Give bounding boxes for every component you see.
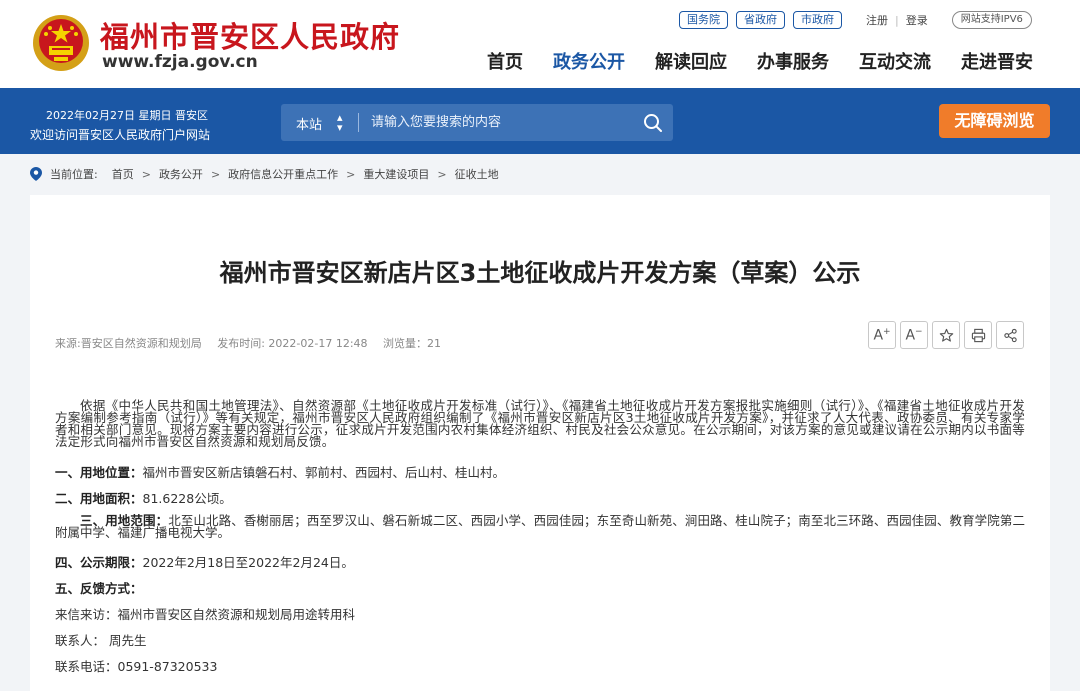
site-name[interactable]: 福州市晋安区人民政府 <box>100 14 400 56</box>
nav-gov-affairs[interactable]: 政务公开 <box>553 48 625 74</box>
site-domain: www.fzja.gov.cn <box>102 52 258 72</box>
breadcrumb-land-acquisition[interactable]: 征收土地 <box>455 166 499 182</box>
print-button[interactable] <box>964 321 992 349</box>
nav-home[interactable]: 首页 <box>487 48 523 74</box>
item-text: 福州市晋安区新店镇磐石村、郭前村、西园村、后山村、桂山村。 <box>142 465 506 480</box>
location-pin-icon <box>30 167 42 181</box>
article-views: 浏览量：21 <box>383 337 442 350</box>
search-icon[interactable] <box>643 113 663 133</box>
nav-about-jinan[interactable]: 走进晋安 <box>961 48 1033 74</box>
breadcrumb: 当前位置: 首页 > 政务公开 > 政府信息公开重点工作 > 重大建设项目 > … <box>30 166 499 182</box>
top-links-separator: | <box>895 13 899 27</box>
nav-services[interactable]: 办事服务 <box>757 48 829 74</box>
item-label: 五、反馈方式： <box>55 581 143 596</box>
print-icon <box>971 328 985 342</box>
article-source: 来源:晋安区自然资源和规划局 <box>55 337 202 350</box>
item-label: 一、用地位置： <box>55 465 143 480</box>
search-bar: 本站 ▴ ▾ <box>281 104 673 141</box>
breadcrumb-separator: > <box>346 167 356 181</box>
breadcrumb-label: 当前位置: <box>50 168 98 181</box>
article-item-feedback: 五、反馈方式： <box>55 578 143 597</box>
register-link[interactable]: 注册 <box>866 12 888 28</box>
font-increase-icon: A+ <box>873 326 891 344</box>
font-increase-button[interactable]: A+ <box>868 321 896 349</box>
contact-address: 来信来访：福州市晋安区自然资源和规划局用途转用科 <box>55 607 356 622</box>
scope-updown-icon[interactable]: ▴ ▾ <box>337 112 343 133</box>
share-button[interactable] <box>996 321 1024 349</box>
contact-person: 联系人： 周先生 <box>55 633 147 648</box>
link-provincial-gov[interactable]: 省政府 <box>736 11 785 29</box>
accessibility-button[interactable]: 无障碍浏览 <box>939 104 1050 138</box>
share-icon <box>1003 328 1017 342</box>
search-input[interactable] <box>371 112 631 133</box>
nav-interaction[interactable]: 互动交流 <box>859 48 931 74</box>
link-city-gov[interactable]: 市政府 <box>793 11 842 29</box>
current-date: 2022年02月27日 星期日 晋安区 <box>46 109 208 122</box>
article-body: 依据《中华人民共和国土地管理法》、自然资源部《土地征收成片开发标准（试行）》、《… <box>55 398 1025 449</box>
article-item-area: 二、用地面积：81.6228公顷。 <box>55 488 232 507</box>
article-item-scope: 三、用地范围：北至山北路、香榭丽居；西至罗汉山、磐石新城二区、西园小学、西园佳园… <box>55 513 1025 540</box>
item-text: 北至山北路、香榭丽居；西至罗汉山、磐石新城二区、西园小学、西园佳园；东至奇山新苑… <box>55 513 1025 540</box>
breadcrumb-key-work[interactable]: 政府信息公开重点工作 <box>228 166 338 182</box>
font-decrease-icon: A− <box>905 326 923 344</box>
site-header: 福州市晋安区人民政府 www.fzja.gov.cn 国务院 省政府 市政府 注… <box>0 0 1080 88</box>
item-label: 四、公示期限： <box>55 555 143 570</box>
article-intro: 依据《中华人民共和国土地管理法》、自然资源部《土地征收成片开发标准（试行）》、《… <box>55 398 1025 449</box>
article-meta: 来源:晋安区自然资源和规划局 发布时间: 2022-02-17 12:48 浏览… <box>55 335 453 351</box>
article-title: 福州市晋安区新店片区3土地征收成片开发方案（草案）公示 <box>219 259 861 287</box>
search-scope-select[interactable]: 本站 <box>296 114 322 133</box>
top-links: 国务院 省政府 市政府 注册 | 登录 网站支持IPV6 <box>679 11 1032 29</box>
nav-interpretation[interactable]: 解读回应 <box>655 48 727 74</box>
star-icon <box>939 328 953 342</box>
article-item-period: 四、公示期限：2022年2月18日至2022年2月24日。 <box>55 552 354 571</box>
national-emblem-icon[interactable] <box>32 14 90 72</box>
breadcrumb-home[interactable]: 首页 <box>112 166 134 182</box>
item-text: 2022年2月18日至2022年2月24日。 <box>142 555 354 570</box>
item-text: 81.6228公顷。 <box>142 491 232 506</box>
article-card: 福州市晋安区新店片区3土地征收成片开发方案（草案）公示 来源:晋安区自然资源和规… <box>30 195 1050 691</box>
article-item-location: 一、用地位置：福州市晋安区新店镇磐石村、郭前村、西园村、后山村、桂山村。 <box>55 462 505 481</box>
search-divider <box>358 113 359 132</box>
ipv6-badge: 网站支持IPV6 <box>951 11 1032 29</box>
login-link[interactable]: 登录 <box>906 12 928 28</box>
breadcrumb-separator: > <box>141 167 151 181</box>
breadcrumb-separator: > <box>210 167 221 181</box>
breadcrumb-gov-affairs[interactable]: 政务公开 <box>159 166 203 182</box>
article-tools: A+ A− <box>868 321 1024 349</box>
breadcrumb-major-projects[interactable]: 重大建设项目 <box>363 166 429 182</box>
item-label: 二、用地面积： <box>55 491 143 506</box>
welcome-text: 欢迎访问晋安区人民政府门户网站 <box>30 128 211 142</box>
favorite-button[interactable] <box>932 321 960 349</box>
breadcrumb-separator: > <box>437 167 447 181</box>
link-state-council[interactable]: 国务院 <box>679 11 728 29</box>
article-publish-time: 发布时间: 2022-02-17 12:48 <box>217 337 368 350</box>
contact-phone: 联系电话：0591-87320533 <box>55 659 218 674</box>
main-nav: 首页 政务公开 解读回应 办事服务 互动交流 走进晋安 <box>487 48 1033 74</box>
font-decrease-button[interactable]: A− <box>900 321 928 349</box>
